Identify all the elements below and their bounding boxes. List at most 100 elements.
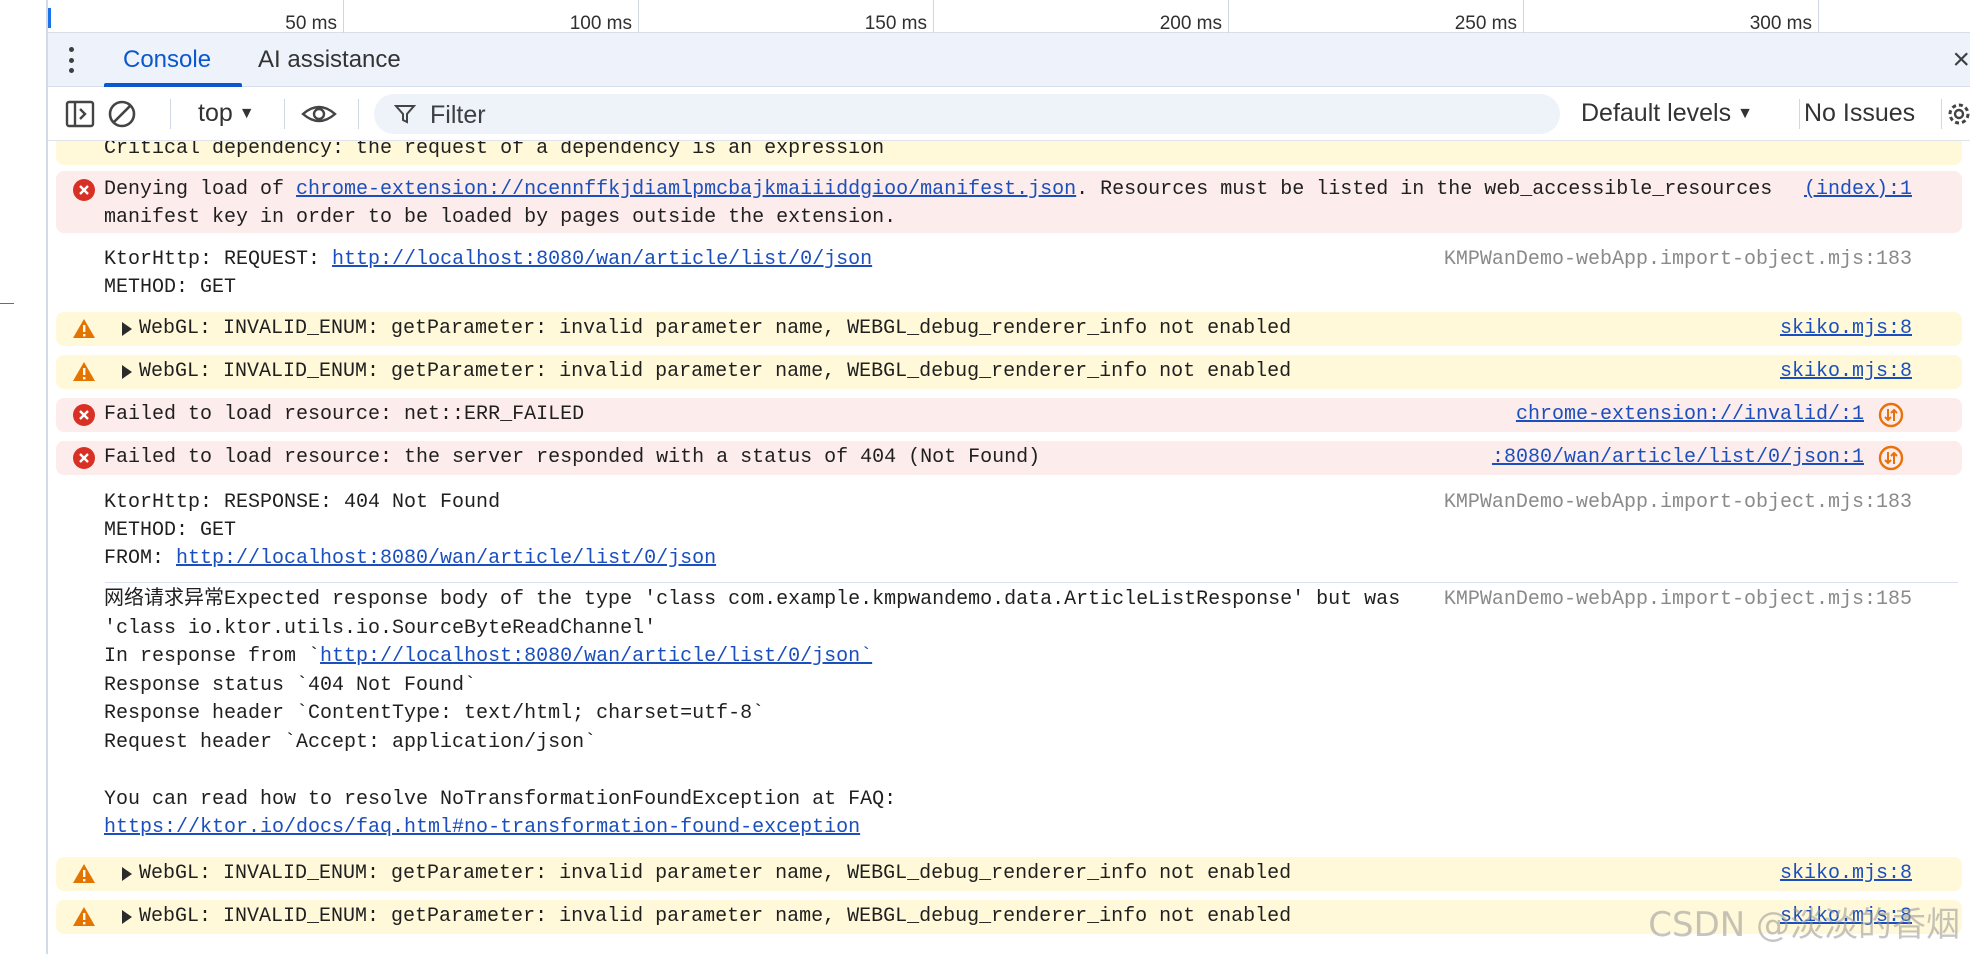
expand-triangle-icon[interactable] <box>122 322 132 336</box>
timeline-tick: 100 ms <box>343 0 639 34</box>
warning-icon <box>73 362 95 381</box>
console-message-info[interactable]: KtorHttp: RESPONSE: 404 Not Found METHOD… <box>56 485 1962 575</box>
gear-icon[interactable] <box>1943 98 1970 130</box>
tick-label: 150 ms <box>864 13 927 34</box>
message-source-link[interactable]: skiko.mjs:8 <box>1780 860 1912 888</box>
message-text-line6: Request header `Accept: application/json… <box>104 731 597 754</box>
message-source-link[interactable]: KMPWanDemo-webApp.import-object.mjs:185 <box>1444 586 1912 614</box>
timeline-tick: 250 ms <box>1228 0 1524 34</box>
error-icon <box>73 179 95 201</box>
message-source-link[interactable]: KMPWanDemo-webApp.import-object.mjs:183 <box>1444 489 1912 517</box>
toolbar-separator <box>284 99 285 129</box>
message-link[interactable]: http://localhost:8080/wan/article/list/0… <box>176 547 716 570</box>
log-levels-dropdown[interactable]: Default levels ▼ <box>1581 99 1753 128</box>
message-text-line3: In response from `http://localhost:8080/… <box>104 643 872 671</box>
console-toolbar: top ▼ Filter Default levels ▼ No Issues <box>48 87 1970 141</box>
message-link[interactable]: https://ktor.io/docs/faq.html#no-transfo… <box>104 814 860 842</box>
gutter-marker: — <box>0 294 14 310</box>
console-message-warning[interactable]: WebGL: INVALID_ENUM: getParameter: inval… <box>56 355 1962 389</box>
watermark: CSDN @淡淡的香烟 <box>1648 905 1960 945</box>
clear-console-icon[interactable] <box>106 98 138 130</box>
toolbar-separator <box>1941 99 1942 129</box>
console-message-warning[interactable]: WebGL: INVALID_ENUM: getParameter: inval… <box>56 857 1962 891</box>
error-icon <box>73 404 95 426</box>
message-text-line3: FROM: http://localhost:8080/wan/article/… <box>104 545 716 573</box>
console-message-error[interactable]: Failed to load resource: the server resp… <box>56 441 1962 475</box>
timeline-tick: 300 ms <box>1523 0 1819 34</box>
drawer-tab-bar: Console AI assistance × <box>48 33 1970 87</box>
message-text: 网络请求异常Expected response body of the type… <box>104 588 1401 611</box>
left-page-gutter: — <box>0 0 48 954</box>
context-selector[interactable]: top ▼ <box>198 99 255 128</box>
message-source-link[interactable]: chrome-extension://invalid/:1 <box>1516 401 1864 429</box>
message-text-line4: Response status `404 Not Found` <box>104 674 477 697</box>
timeline-tick: 200 ms <box>933 0 1229 34</box>
expand-triangle-icon[interactable] <box>122 365 132 379</box>
filter-placeholder: Filter <box>430 101 486 129</box>
filter-input[interactable]: Filter <box>374 94 1560 134</box>
error-icon <box>73 447 95 469</box>
message-text: KtorHttp: REQUEST: http://localhost:8080… <box>104 246 872 274</box>
message-text-line8: You can read how to resolve NoTransforma… <box>104 788 897 811</box>
message-text: WebGL: INVALID_ENUM: getParameter: inval… <box>139 862 1292 885</box>
message-text: KtorHttp: RESPONSE: 404 Not Found <box>104 491 501 514</box>
chevron-down-icon: ▼ <box>1737 105 1753 122</box>
message-text: Denying load of chrome-extension://ncenn… <box>104 176 1772 204</box>
console-message-error[interactable]: Failed to load resource: net::ERR_FAILED… <box>56 398 1962 432</box>
message-text: WebGL: INVALID_ENUM: getParameter: inval… <box>139 905 1292 928</box>
tab-ai-assistance[interactable]: AI assistance <box>258 46 401 74</box>
timeline-tick: 150 ms <box>638 0 934 34</box>
console-message-error[interactable]: Denying load of chrome-extension://ncenn… <box>56 171 1962 233</box>
toolbar-separator <box>1799 99 1800 129</box>
message-prefix: FROM: <box>104 547 177 570</box>
console-message-warning[interactable]: Critical dependency: the request of a de… <box>56 141 1962 165</box>
filter-icon <box>394 105 416 124</box>
timeline-tick: 50 ms <box>48 0 344 34</box>
more-options-icon[interactable] <box>68 47 74 73</box>
sidebar-toggle-icon[interactable] <box>64 98 96 130</box>
issues-button[interactable]: No Issues <box>1804 99 1915 128</box>
console-messages: Critical dependency: the request of a de… <box>48 141 1970 954</box>
message-source-link[interactable]: (index):1 <box>1804 176 1912 204</box>
console-message-info[interactable]: 网络请求异常Expected response body of the type… <box>56 584 1962 839</box>
message-prefix: Denying load of <box>104 178 297 201</box>
message-link[interactable]: http://localhost:8080/wan/article/list/0… <box>332 248 872 271</box>
tick-label: 50 ms <box>285 13 337 34</box>
chevron-down-icon: ▼ <box>238 105 255 122</box>
message-text-line2: 'class io.ktor.utils.io.SourceByteReadCh… <box>104 617 657 640</box>
message-text: Critical dependency: the request of a de… <box>104 141 885 160</box>
message-text: Failed to load resource: net::ERR_FAILED <box>104 403 585 426</box>
eye-icon[interactable] <box>300 98 338 130</box>
message-divider <box>105 582 1958 583</box>
context-label: top <box>198 99 233 127</box>
message-source-link[interactable]: :8080/wan/article/list/0/json:1 <box>1492 444 1864 472</box>
network-request-icon[interactable] <box>1878 445 1904 471</box>
message-text-line2: METHOD: GET <box>104 519 237 542</box>
message-link[interactable]: chrome-extension://ncennffkjdiamlpmcbajk… <box>296 178 1076 201</box>
toolbar-separator <box>170 99 171 129</box>
tick-label: 300 ms <box>1749 13 1812 34</box>
expand-triangle-icon[interactable] <box>122 910 132 924</box>
console-message-warning[interactable]: WebGL: INVALID_ENUM: getParameter: inval… <box>56 312 1962 346</box>
message-source-link[interactable]: skiko.mjs:8 <box>1780 315 1912 343</box>
tab-console[interactable]: Console <box>123 46 211 74</box>
warning-icon <box>73 907 95 926</box>
warning-icon <box>73 319 95 338</box>
message-text-line5: Response header `ContentType: text/html;… <box>104 702 765 725</box>
close-drawer-icon[interactable]: × <box>1952 43 1970 77</box>
message-text: WebGL: INVALID_ENUM: getParameter: inval… <box>139 360 1292 383</box>
console-message-info[interactable]: KtorHttp: REQUEST: http://localhost:8080… <box>56 241 1962 303</box>
message-link[interactable]: http://localhost:8080/wan/article/list/0… <box>320 645 872 668</box>
message-text-line2: METHOD: GET <box>104 276 237 299</box>
message-suffix: . Resources must be listed in the web_ac… <box>1076 178 1773 201</box>
message-source-link[interactable]: skiko.mjs:8 <box>1780 358 1912 386</box>
tick-label: 200 ms <box>1159 13 1222 34</box>
tick-label: 100 ms <box>569 13 632 34</box>
message-text: Failed to load resource: the server resp… <box>104 446 1041 469</box>
network-request-icon[interactable] <box>1878 402 1904 428</box>
timeline-ruler[interactable]: 50 ms 100 ms 150 ms 200 ms 250 ms 300 ms <box>48 0 1970 34</box>
message-source-link[interactable]: KMPWanDemo-webApp.import-object.mjs:183 <box>1444 246 1912 274</box>
expand-triangle-icon[interactable] <box>122 867 132 881</box>
message-prefix: In response from ` <box>104 645 321 668</box>
warning-icon <box>73 864 95 883</box>
